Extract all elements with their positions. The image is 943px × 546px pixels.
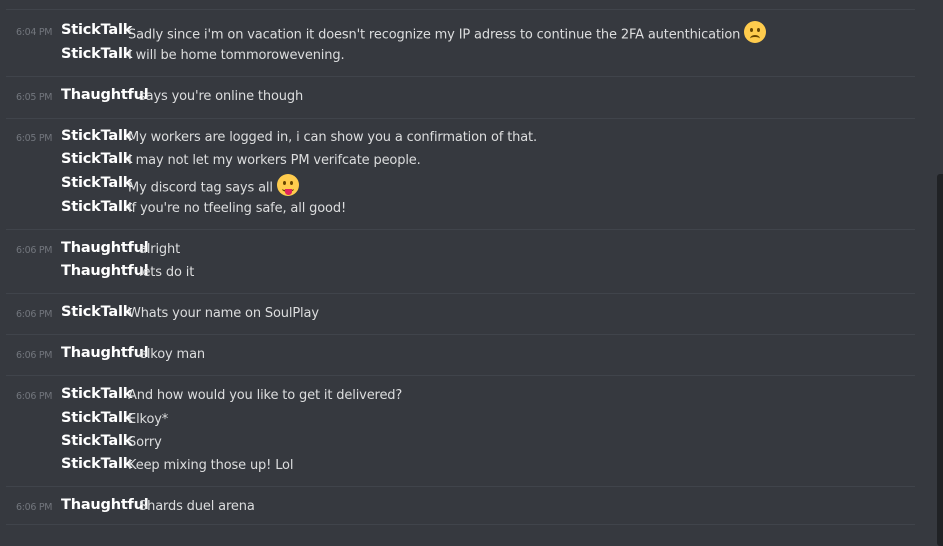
message-text: says you're online though xyxy=(139,89,304,104)
message-divider xyxy=(6,293,915,294)
message-author[interactable]: StickTalk xyxy=(61,128,132,144)
message-timestamp: 6:06 PM xyxy=(16,245,53,256)
message-timestamp: 6:04 PM xyxy=(16,27,53,38)
message-timestamp: 6:06 PM xyxy=(16,502,53,513)
message-author[interactable]: StickTalk xyxy=(61,410,132,426)
message-text: My discord tag says all xyxy=(128,174,299,199)
message-author[interactable]: Thaughtful xyxy=(61,345,149,361)
message-text: If you're no tfeeling safe, all good! xyxy=(128,201,347,216)
message-author[interactable]: StickTalk xyxy=(61,386,132,402)
message-text: Elkoy* xyxy=(128,412,169,427)
message-timestamp: 6:06 PM xyxy=(16,309,53,320)
message-divider xyxy=(6,334,915,335)
tongue-face-emoji-icon xyxy=(276,174,299,196)
message-author[interactable]: StickTalk xyxy=(61,175,132,191)
message-text: alright xyxy=(139,242,181,257)
message-author[interactable]: Thaughtful xyxy=(61,263,149,279)
message-timestamp: 6:05 PM xyxy=(16,133,53,144)
message-divider xyxy=(6,524,915,525)
frowning-face-emoji-icon xyxy=(744,21,767,43)
message-timestamp: 6:06 PM xyxy=(16,391,53,402)
scrollbar-thumb[interactable] xyxy=(937,174,943,546)
message-divider xyxy=(6,229,915,230)
message-divider xyxy=(6,486,915,487)
message-divider xyxy=(6,375,915,376)
message-divider xyxy=(6,9,915,10)
message-text: I will be home tommorowevening. xyxy=(128,48,345,63)
message-divider xyxy=(6,76,915,77)
message-author[interactable]: StickTalk xyxy=(61,456,132,472)
message-author[interactable]: Thaughtful xyxy=(61,240,149,256)
message-text: lets do it xyxy=(139,265,195,280)
message-text: I may not let my workers PM verifcate pe… xyxy=(128,153,421,168)
message-author[interactable]: StickTalk xyxy=(61,304,132,320)
message-text: elkoy man xyxy=(139,347,205,362)
message-text: Sorry xyxy=(128,435,162,450)
message-text: My workers are logged in, i can show you… xyxy=(128,130,537,145)
message-author[interactable]: StickTalk xyxy=(61,151,132,167)
message-text: Sadly since i'm on vacation it doesn't r… xyxy=(128,21,767,46)
message-author[interactable]: StickTalk xyxy=(61,22,132,38)
message-timestamp: 6:05 PM xyxy=(16,92,53,103)
message-text: Keep mixing those up! Lol xyxy=(128,458,294,473)
message-text: Shards duel arena xyxy=(139,499,255,514)
message-author[interactable]: StickTalk xyxy=(61,46,132,62)
message-text: And how would you like to get it deliver… xyxy=(128,388,403,403)
chat-messages-area[interactable]: 6:04 PM StickTalk Sadly since i'm on vac… xyxy=(0,0,943,546)
message-author[interactable]: Thaughtful xyxy=(61,87,149,103)
message-author[interactable]: StickTalk xyxy=(61,433,132,449)
message-author[interactable]: StickTalk xyxy=(61,199,132,215)
message-text: Whats your name on SoulPlay xyxy=(128,306,319,321)
message-timestamp: 6:06 PM xyxy=(16,350,53,361)
message-author[interactable]: Thaughtful xyxy=(61,497,149,513)
message-divider xyxy=(6,118,915,119)
